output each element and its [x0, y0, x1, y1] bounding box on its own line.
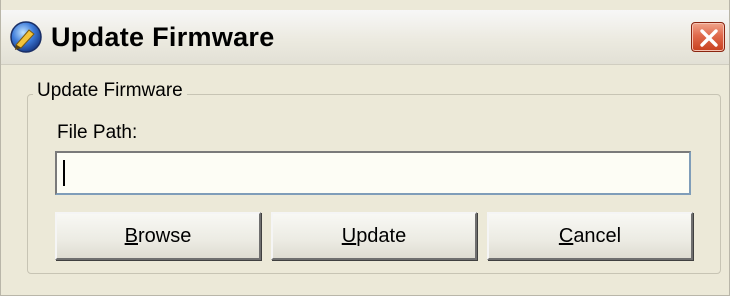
- cancel-button[interactable]: Cancel: [487, 212, 693, 260]
- browse-mnemonic: B: [124, 224, 138, 247]
- update-label: pdate: [356, 224, 407, 247]
- title-bar[interactable]: Update Firmware: [1, 10, 729, 65]
- cancel-label: ancel: [573, 224, 622, 247]
- close-button[interactable]: [691, 22, 725, 52]
- window-title: Update Firmware: [51, 22, 275, 52]
- firmware-app-icon: [9, 20, 43, 54]
- cancel-mnemonic: C: [558, 224, 574, 247]
- text-caret: [63, 160, 65, 186]
- update-button[interactable]: Update: [271, 212, 477, 260]
- browse-button[interactable]: Browse: [55, 212, 261, 260]
- browse-label: rowse: [137, 224, 192, 247]
- update-mnemonic: U: [341, 224, 357, 247]
- close-icon: [700, 29, 718, 47]
- file-path-input[interactable]: [55, 151, 691, 195]
- update-firmware-dialog: Update Firmware Update Firmware File Pat…: [0, 0, 730, 296]
- groupbox-legend: Update Firmware: [33, 80, 187, 102]
- file-path-label: File Path:: [57, 122, 138, 143]
